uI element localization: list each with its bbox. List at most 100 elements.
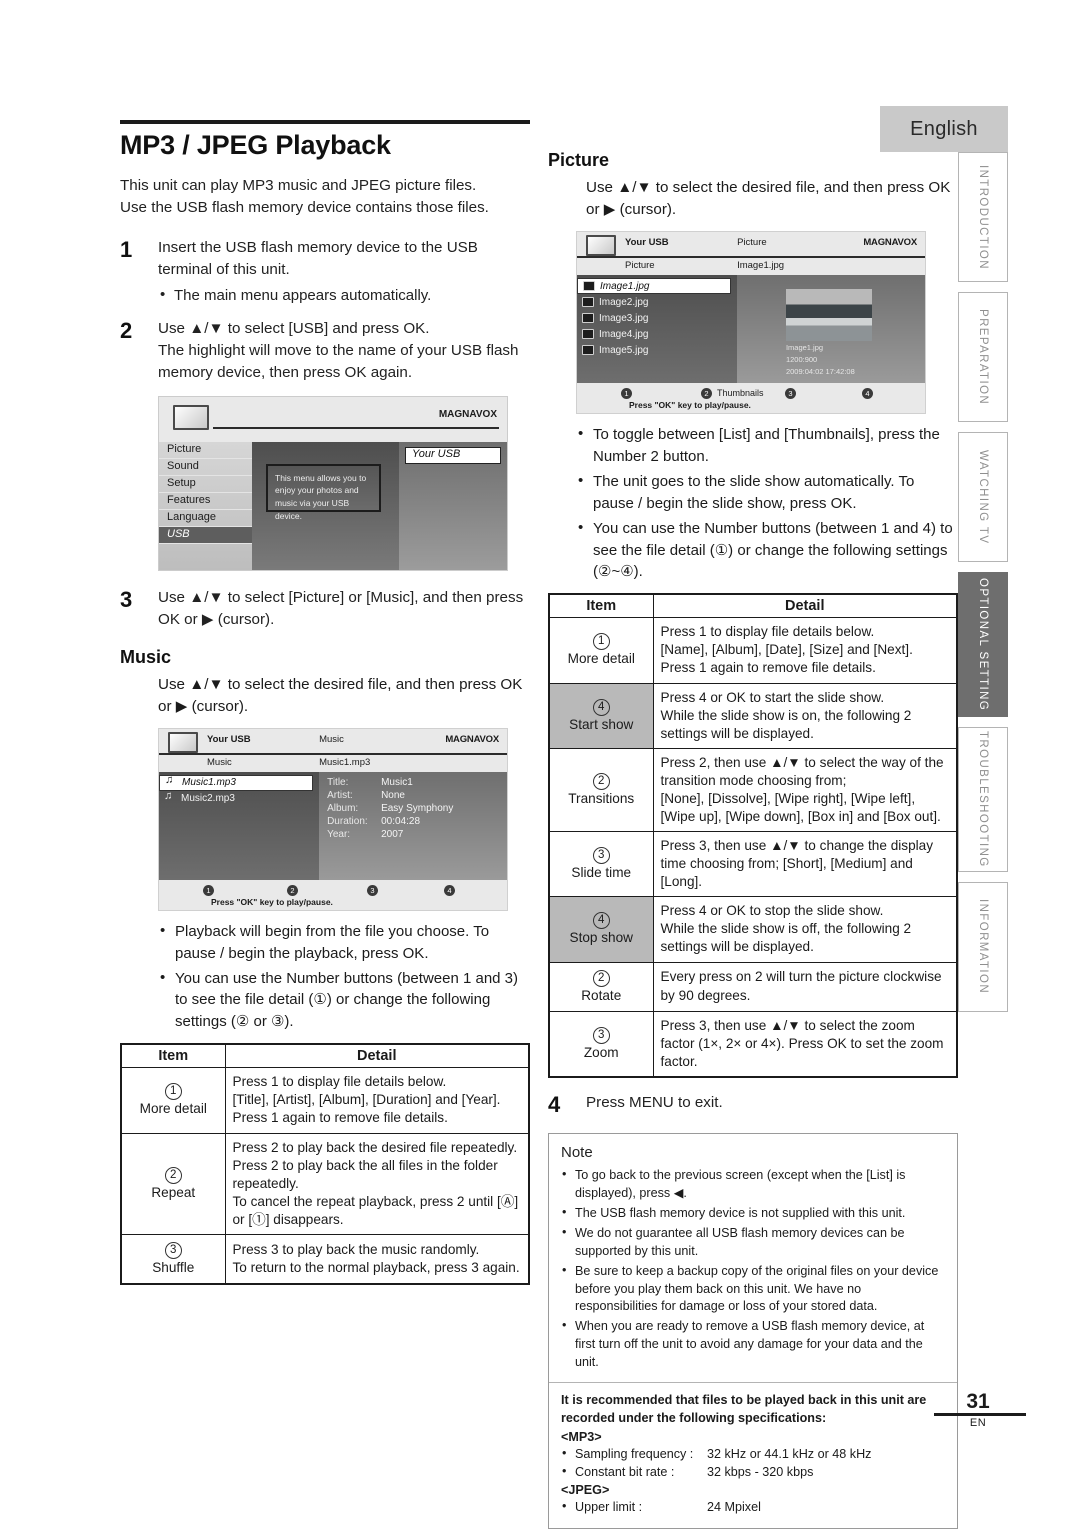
step-4: 4 Press MENU to exit. (548, 1092, 958, 1118)
key-1-icon[interactable]: 1 (621, 388, 632, 400)
menu-item-setup[interactable]: Setup (159, 476, 252, 493)
picture-bullet-item: The unit goes to the slide show automati… (576, 470, 958, 515)
music-detail-key: Year: (327, 828, 351, 840)
key-4-icon[interactable]: 4 (444, 884, 455, 896)
side-tab-introduction[interactable]: INTRODUCTION (958, 152, 1008, 282)
picture-row-label: Rotate (581, 987, 622, 1003)
spec-key: Upper limit : (575, 1500, 643, 1515)
side-tab-information[interactable]: INFORMATION (958, 882, 1008, 1012)
step-2-number: 2 (120, 317, 133, 343)
key-2-icon[interactable]: 2 (287, 884, 298, 896)
key-4-icon[interactable]: 4 (862, 388, 873, 400)
key-2-icon[interactable]: 2 (701, 388, 712, 400)
picture-intro: Use ▲/▼ to select the desired file, and … (586, 179, 951, 219)
music-file-row-selected[interactable]: Music1.mp3 (159, 774, 314, 791)
side-tab-preparation[interactable]: PREPARATION (958, 292, 1008, 422)
key-3-icon[interactable]: 3 (785, 388, 796, 400)
music-screenshot: Your USB Music MAGNAVOX Music Music1.mp3… (158, 727, 508, 911)
spec-list-jpeg: Upper limit : 24 Mpixel (561, 1497, 945, 1516)
music-detail-value: Music1 (381, 776, 413, 788)
step-2-line-2: The highlight will move to the name of y… (158, 341, 519, 381)
side-tab-watching-tv[interactable]: WATCHING TV (958, 432, 1008, 562)
spec-key: Constant bit rate : (575, 1464, 675, 1479)
note-bullet-item: Be sure to keep a backup copy of the ori… (561, 1262, 945, 1317)
tv-icon (168, 731, 198, 753)
menu-item-sound[interactable]: Sound (159, 459, 252, 476)
step-1-body: Insert the USB flash memory device to th… (158, 237, 532, 309)
spec-item: Constant bit rate : 32 kbps - 320 kbps (561, 1462, 945, 1481)
music-detail-row: Artist: None (319, 789, 507, 802)
picture-shot-header: Your USB Picture MAGNAVOX (577, 232, 925, 259)
picture-file-row-selected[interactable]: Image1.jpg (577, 278, 732, 295)
step-2-line-1: Use ▲/▼ to select [USB] and press OK. (158, 319, 430, 337)
picture-file-name: Image5.jpg (599, 344, 649, 356)
spec-intro: It is recommended that files to be playe… (561, 1392, 927, 1425)
language-tab: English (880, 106, 1008, 152)
spec-value: 32 kHz or 44.1 kHz or 48 kHz (707, 1446, 872, 1461)
picture-shot-mode-label: Picture (737, 237, 767, 249)
spec-item: Upper limit : 24 Mpixel (561, 1497, 945, 1516)
picture-file-row[interactable]: Image3.jpg (577, 310, 737, 326)
menu-item-usb[interactable]: USB (159, 526, 252, 544)
side-tab-troubleshooting[interactable]: TROUBLESHOOTING (958, 727, 1008, 872)
page-number: 31 (966, 1390, 990, 1413)
note-bullets: To go back to the previous screen (excep… (561, 1166, 945, 1372)
image-file-icon (582, 297, 594, 308)
note-bullet-item: The USB flash memory device is not suppl… (561, 1204, 945, 1223)
table-row: 2 Transitions Press 2, then use ▲/▼ to s… (548, 747, 958, 833)
music-detail-key: Album: (327, 802, 359, 814)
table-header-row: Item Detail (120, 1043, 530, 1069)
menu-item-language[interactable]: Language (159, 510, 252, 527)
image-file-icon (582, 329, 594, 340)
main-menu-screenshot: MAGNAVOX Picture Sound Setup Features La… (158, 395, 508, 571)
music-settings-table: Item Detail 1 More detail Press 1 to dis… (120, 1043, 530, 1285)
detail-line: Press 1 again to remove file details. (232, 1110, 448, 1126)
music-bullet-item: Playback will begin from the file you ch… (158, 920, 532, 965)
detail-line: To return to the normal playback, press … (232, 1259, 520, 1275)
picture-file-list: Image1.jpg Image2.jpg Image3.jpg Image4.… (577, 275, 738, 384)
detail-line: [Name], [Album], [Date], [Size] and [Nex… (660, 642, 913, 658)
table-row: 1 More detail Press 1 to display file de… (120, 1067, 530, 1134)
key-1-icon[interactable]: 1 (203, 884, 214, 896)
page-language-code: EN (969, 1417, 987, 1429)
music-shot-header: Your USB Music MAGNAVOX (159, 728, 507, 755)
step-1-number: 1 (120, 236, 133, 262)
music-row-item-more-detail: 1 More detail (120, 1067, 226, 1134)
step-3-body: Use ▲/▼ to select [Picture] or [Music], … (158, 588, 524, 628)
detail-line: Press 3, then use ▲/▼ to select the zoom… (660, 1017, 944, 1069)
brand-logo: MAGNAVOX (445, 733, 499, 745)
table-row: 2 Repeat Press 2 to play back the desire… (120, 1132, 530, 1235)
picture-row-detail: Press 3, then use ▲/▼ to select the zoom… (652, 1010, 958, 1078)
col-header-detail: Detail (652, 593, 958, 619)
picture-file-row[interactable]: Image2.jpg (577, 294, 737, 310)
spec-item: Sampling frequency : 32 kHz or 44.1 kHz … (561, 1444, 945, 1463)
side-index-tabs: INTRODUCTION PREPARATION WATCHING TV OPT… (958, 152, 1008, 1012)
key-3-icon[interactable]: 3 (367, 884, 378, 896)
page-footer: 31 EN (934, 1390, 1026, 1429)
picture-file-row[interactable]: Image4.jpg (577, 326, 737, 342)
menu-usb-pane: Your USB (399, 441, 507, 570)
side-tab-optional-setting[interactable]: OPTIONAL SETTING (958, 572, 1008, 717)
picture-file-row[interactable]: Image5.jpg (577, 342, 737, 358)
menu-item-features[interactable]: Features (159, 493, 252, 510)
step-1-text: Insert the USB flash memory device to th… (158, 238, 478, 278)
detail-line: [None], [Dissolve], [Wipe right], [Wipe … (660, 790, 941, 824)
picture-bullets: To toggle between [List] and [Thumbnails… (576, 423, 958, 583)
music-file-row[interactable]: Music2.mp3 (159, 790, 319, 807)
menu-item-picture[interactable]: Picture (159, 442, 252, 459)
image-file-icon (582, 345, 594, 356)
music-file-name: Music2.mp3 (181, 793, 235, 805)
title-rule (120, 120, 530, 124)
note-bullet-item: To go back to the previous screen (excep… (561, 1166, 945, 1203)
music-row-label: Shuffle (152, 1259, 195, 1275)
picture-file-name: Image2.jpg (599, 296, 649, 308)
picture-row-label: Slide time (571, 865, 632, 881)
music-detail-value: 2007 (381, 828, 404, 840)
tv-icon (586, 235, 616, 257)
tv-icon (173, 404, 209, 430)
menu-usb-name[interactable]: Your USB (405, 446, 501, 464)
music-note-icon (165, 774, 177, 788)
picture-shot-usb-label: Your USB (625, 237, 669, 249)
side-tab-watching-tv-label: WATCHING TV (977, 449, 989, 545)
picture-row-detail: Press 1 to display file details below. [… (652, 617, 958, 684)
